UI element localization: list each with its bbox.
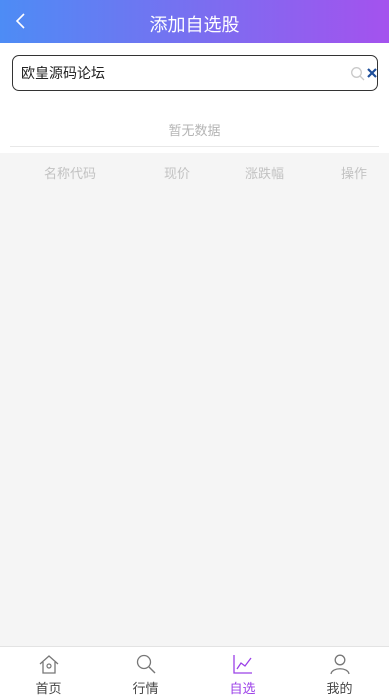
line-chart-icon <box>233 655 252 674</box>
app-header: 添加自选股 <box>0 0 389 43</box>
tab-label: 自选 <box>229 682 256 697</box>
column-header-name-code: 名称代码 <box>44 167 97 182</box>
page-title: 添加自选股 <box>149 15 240 36</box>
column-header-action: 操作 <box>341 167 368 182</box>
home-icon <box>39 655 59 674</box>
search-icon <box>136 654 156 674</box>
search-box[interactable] <box>12 55 378 91</box>
tab-home[interactable]: 首页 <box>0 647 97 699</box>
table-header: 名称代码 现价 涨跌幅 操作 <box>0 163 389 183</box>
tab-label: 首页 <box>35 682 62 697</box>
tab-market[interactable]: 行情 <box>97 647 194 699</box>
tab-label: 行情 <box>132 682 159 697</box>
column-header-price: 现价 <box>164 167 191 182</box>
search-icon[interactable] <box>350 66 366 82</box>
tab-label: 我的 <box>326 682 353 697</box>
divider <box>10 146 379 147</box>
tab-watchlist[interactable]: 自选 <box>194 647 291 699</box>
close-icon[interactable] <box>366 66 378 80</box>
column-header-change: 涨跌幅 <box>245 167 285 182</box>
empty-state-text: 暂无数据 <box>168 124 221 139</box>
user-icon <box>330 654 350 675</box>
search-input[interactable] <box>21 63 321 83</box>
bottom-tab-bar: 首页 行情 自选 我的 <box>0 646 389 699</box>
tab-profile[interactable]: 我的 <box>291 647 388 699</box>
search-section: 暂无数据 <box>0 43 389 153</box>
